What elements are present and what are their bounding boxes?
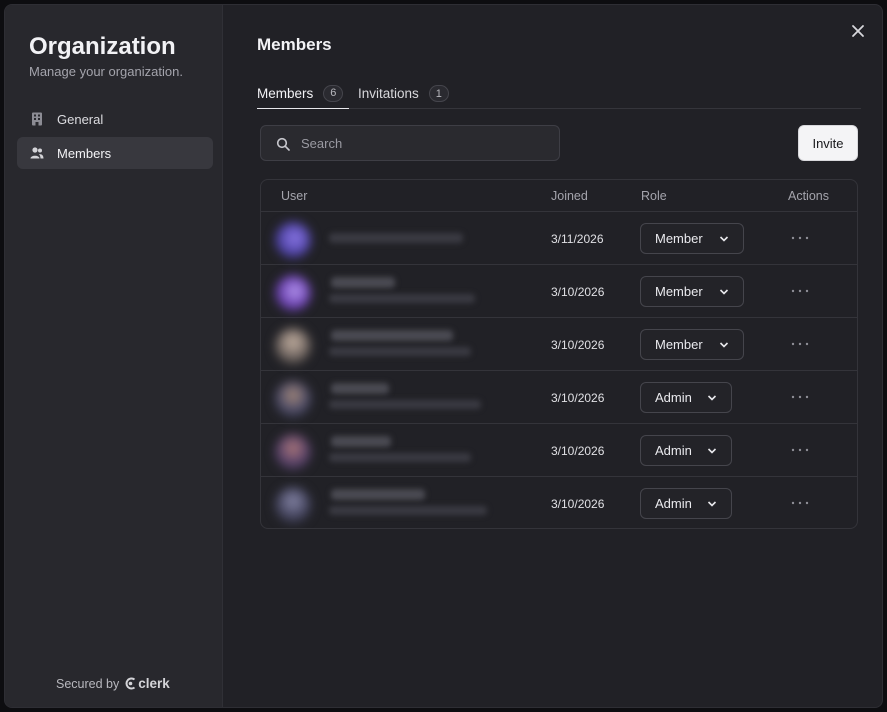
- chevron-down-icon: [719, 342, 729, 348]
- tabs: Members 6 Invitations 1: [257, 78, 861, 109]
- role-select-value: Member: [655, 337, 703, 352]
- org-title: Organization: [29, 33, 176, 60]
- count-badge: 1: [428, 85, 449, 102]
- sidebar-item-members[interactable]: Members: [17, 137, 213, 169]
- row-actions-button[interactable]: [785, 282, 815, 300]
- column-header-joined: Joined: [551, 189, 588, 203]
- clerk-logo: clerk: [125, 676, 170, 691]
- search-input[interactable]: [301, 126, 551, 160]
- table-row: 3/10/2026 Admin: [261, 424, 857, 477]
- page-title: Members: [257, 35, 332, 54]
- chevron-down-icon: [707, 395, 717, 401]
- tab-invitations[interactable]: Invitations 1: [358, 78, 449, 109]
- avatar: [275, 434, 311, 470]
- user-name-redacted: [331, 277, 395, 288]
- count-badge: 6: [323, 84, 344, 102]
- joined-date: 3/10/2026: [551, 285, 605, 299]
- user-email-redacted: [329, 347, 471, 356]
- joined-date: 3/10/2026: [551, 497, 605, 511]
- sidebar-item-general[interactable]: General: [17, 103, 213, 135]
- role-select[interactable]: Admin: [640, 488, 732, 519]
- avatar: [275, 222, 311, 258]
- secured-by-label: Secured by: [56, 676, 120, 691]
- clerk-logo-text: clerk: [138, 676, 170, 691]
- secured-by-footer[interactable]: Secured by clerk: [56, 676, 170, 691]
- users-icon: [30, 147, 44, 159]
- invite-button[interactable]: Invite: [798, 125, 858, 161]
- user-email-redacted: [329, 294, 475, 303]
- user-email-redacted: [329, 453, 471, 462]
- row-actions-button[interactable]: [785, 494, 815, 512]
- more-horizontal-icon: [791, 289, 809, 293]
- tab-members[interactable]: Members 6: [257, 78, 349, 109]
- row-actions-button[interactable]: [785, 335, 815, 353]
- chevron-down-icon: [707, 448, 717, 454]
- avatar: [275, 275, 311, 311]
- avatar: [275, 381, 311, 417]
- user-name-redacted: [331, 436, 391, 447]
- more-horizontal-icon: [791, 236, 809, 240]
- close-icon[interactable]: [849, 22, 867, 40]
- organization-modal: Organization Manage your organization. G…: [4, 4, 883, 708]
- table-row: 3/10/2026 Member: [261, 265, 857, 318]
- org-subtitle: Manage your organization.: [29, 64, 183, 79]
- table-header: User Joined Role Actions: [261, 180, 857, 212]
- column-header-actions: Actions: [788, 189, 829, 203]
- role-select[interactable]: Admin: [640, 435, 732, 466]
- members-table: User Joined Role Actions 3/11/2026 Membe…: [260, 179, 858, 529]
- joined-date: 3/10/2026: [551, 338, 605, 352]
- row-actions-button[interactable]: [785, 229, 815, 247]
- user-email-redacted: [329, 233, 463, 243]
- user-email-redacted: [329, 506, 487, 515]
- role-select-value: Member: [655, 231, 703, 246]
- more-horizontal-icon: [791, 448, 809, 452]
- more-horizontal-icon: [791, 395, 809, 399]
- sidebar-item-label: Members: [57, 145, 112, 161]
- role-select-value: Admin: [655, 496, 692, 511]
- role-select[interactable]: Member: [640, 223, 744, 254]
- table-row: 3/10/2026 Member: [261, 318, 857, 371]
- user-name-redacted: [331, 489, 425, 500]
- avatar: [275, 487, 311, 523]
- more-horizontal-icon: [791, 342, 809, 346]
- role-select[interactable]: Member: [640, 276, 744, 307]
- search-field[interactable]: [260, 125, 560, 161]
- row-actions-button[interactable]: [785, 441, 815, 459]
- sidebar: Organization Manage your organization. G…: [5, 5, 223, 707]
- role-select[interactable]: Member: [640, 329, 744, 360]
- role-select[interactable]: Admin: [640, 382, 732, 413]
- chevron-down-icon: [719, 236, 729, 242]
- user-email-redacted: [329, 400, 481, 409]
- joined-date: 3/10/2026: [551, 391, 605, 405]
- chevron-down-icon: [707, 501, 717, 507]
- table-row: 3/10/2026 Admin: [261, 477, 857, 528]
- building-icon: [32, 112, 42, 126]
- role-select-value: Admin: [655, 390, 692, 405]
- chevron-down-icon: [719, 289, 729, 295]
- search-icon: [276, 137, 290, 151]
- table-row: 3/10/2026 Admin: [261, 371, 857, 424]
- joined-date: 3/10/2026: [551, 444, 605, 458]
- role-select-value: Admin: [655, 443, 692, 458]
- row-actions-button[interactable]: [785, 388, 815, 406]
- clerk-logo-icon: [125, 677, 136, 690]
- sidebar-item-label: General: [57, 111, 104, 127]
- more-horizontal-icon: [791, 501, 809, 505]
- column-header-role: Role: [641, 189, 667, 203]
- joined-date: 3/11/2026: [551, 232, 604, 246]
- role-select-value: Member: [655, 284, 703, 299]
- tab-label: Members: [257, 85, 314, 101]
- avatar: [275, 328, 311, 364]
- user-name-redacted: [331, 330, 453, 341]
- tab-label: Invitations: [358, 86, 419, 101]
- column-header-user: User: [281, 189, 308, 203]
- table-row: 3/11/2026 Member: [261, 212, 857, 265]
- user-name-redacted: [331, 383, 389, 394]
